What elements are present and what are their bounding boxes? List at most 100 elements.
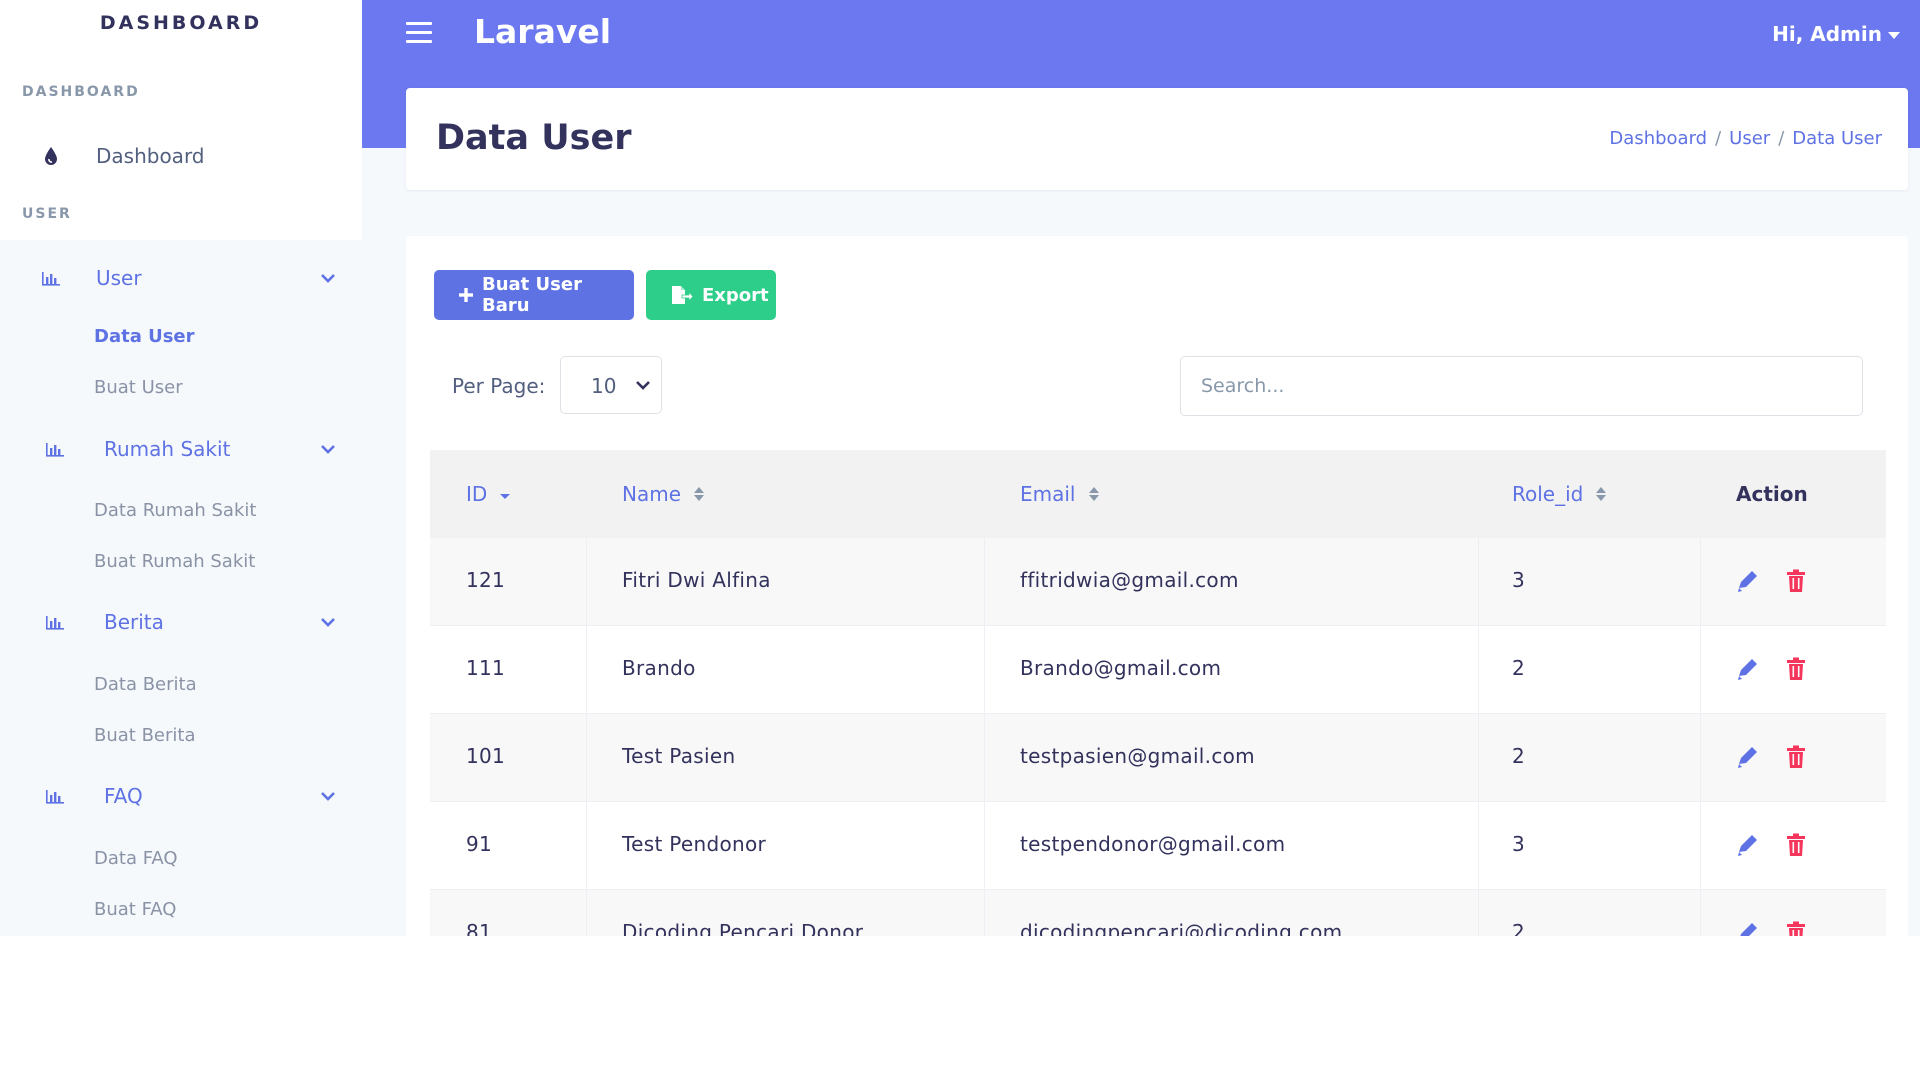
create-user-button[interactable]: Buat User Baru bbox=[434, 270, 634, 320]
bar-chart-icon bbox=[44, 438, 66, 460]
sidebar-menu-berita[interactable]: Berita bbox=[0, 600, 362, 644]
column-header-action: Action bbox=[1736, 482, 1808, 506]
per-page-select[interactable]: 10 bbox=[560, 356, 662, 414]
sidebar-top-panel bbox=[0, 0, 362, 240]
cell-email: dicodingpencari@dicoding.com bbox=[1020, 920, 1343, 936]
cell-name: Brando bbox=[622, 656, 696, 680]
edit-pencil-icon[interactable] bbox=[1736, 744, 1760, 770]
table-row: 81 Dicoding Pencari Donor dicodingpencar… bbox=[430, 890, 1886, 936]
per-page-label: Per Page: bbox=[452, 374, 546, 398]
sort-desc-icon bbox=[500, 494, 511, 499]
hamburger-icon[interactable] bbox=[406, 22, 432, 44]
bar-chart-icon bbox=[40, 267, 62, 289]
column-header-id[interactable]: ID bbox=[466, 482, 511, 506]
data-user-card: Buat User Baru Export Per Page: 10 ID Na… bbox=[406, 236, 1908, 936]
page-header-card: Data User Dashboard / User / Data User bbox=[406, 88, 1908, 190]
cell-email: testpasien@gmail.com bbox=[1020, 744, 1255, 768]
sidebar-item-buat-berita[interactable]: Buat Berita bbox=[94, 725, 195, 746]
cell-name: Fitri Dwi Alfina bbox=[622, 568, 771, 592]
cell-email: Brando@gmail.com bbox=[1020, 656, 1222, 680]
create-user-label: Buat User Baru bbox=[482, 274, 582, 316]
breadcrumb-dashboard[interactable]: Dashboard bbox=[1609, 128, 1707, 149]
cell-name: Test Pendonor bbox=[622, 832, 767, 856]
section-heading-user: USER bbox=[22, 206, 72, 222]
delete-trash-icon[interactable] bbox=[1784, 568, 1808, 594]
edit-pencil-icon[interactable] bbox=[1736, 920, 1760, 936]
sidebar-menu-faq[interactable]: FAQ bbox=[0, 774, 362, 818]
sidebar-item-buat-rumah-sakit[interactable]: Buat Rumah Sakit bbox=[94, 551, 255, 572]
sidebar: DASHBOARD DASHBOARD Dashboard USER User … bbox=[0, 0, 362, 936]
sidebar-item-dashboard[interactable]: Dashboard bbox=[0, 134, 362, 178]
sidebar-item-buat-faq[interactable]: Buat FAQ bbox=[94, 899, 176, 920]
caret-down-icon bbox=[1888, 32, 1900, 39]
breadcrumb: Dashboard / User / Data User bbox=[1609, 128, 1882, 149]
export-label: Export bbox=[702, 284, 769, 306]
table-row: 101 Test Pasien testpasien@gmail.com 2 bbox=[430, 714, 1886, 802]
delete-trash-icon[interactable] bbox=[1784, 656, 1808, 682]
cell-email: ffitridwia@gmail.com bbox=[1020, 568, 1239, 592]
column-header-label: Action bbox=[1736, 482, 1808, 506]
chevron-down-icon bbox=[321, 445, 335, 454]
breadcrumb-user[interactable]: User bbox=[1729, 128, 1770, 149]
sidebar-item-buat-user[interactable]: Buat User bbox=[94, 377, 183, 398]
column-header-name[interactable]: Name bbox=[622, 482, 705, 506]
users-table: ID Name Email Role_id Action 121 Fitri D… bbox=[430, 450, 1886, 936]
column-header-label: Role_id bbox=[1512, 482, 1584, 506]
cell-role-id: 2 bbox=[1512, 920, 1526, 936]
app-title: Laravel bbox=[474, 12, 612, 51]
page-title: Data User bbox=[436, 118, 632, 158]
cell-name: Dicoding Pencari Donor bbox=[622, 920, 864, 936]
sidebar-item-data-rumah-sakit[interactable]: Data Rumah Sakit bbox=[94, 500, 256, 521]
cell-id: 121 bbox=[466, 568, 506, 592]
export-button[interactable]: Export bbox=[646, 270, 776, 320]
cell-role-id: 3 bbox=[1512, 832, 1526, 856]
user-menu-dropdown[interactable]: Hi, Admin bbox=[1772, 22, 1900, 46]
breadcrumb-data-user[interactable]: Data User bbox=[1792, 128, 1882, 149]
column-header-label: ID bbox=[466, 482, 488, 506]
sidebar-menu-label: Berita bbox=[104, 610, 164, 634]
table-row: 91 Test Pendonor testpendonor@gmail.com … bbox=[430, 802, 1886, 890]
edit-pencil-icon[interactable] bbox=[1736, 656, 1760, 682]
breadcrumb-separator: / bbox=[1715, 128, 1722, 149]
sidebar-menu-rumah-sakit[interactable]: Rumah Sakit bbox=[0, 427, 362, 471]
sort-icon bbox=[1596, 487, 1607, 501]
table-row: 111 Brando Brando@gmail.com 2 bbox=[430, 626, 1886, 714]
table-row: 121 Fitri Dwi Alfina ffitridwia@gmail.co… bbox=[430, 538, 1886, 626]
sidebar-item-label: Dashboard bbox=[96, 144, 205, 168]
cell-role-id: 3 bbox=[1512, 568, 1526, 592]
cell-id: 91 bbox=[466, 832, 493, 856]
cell-name: Test Pasien bbox=[622, 744, 736, 768]
sidebar-item-data-user[interactable]: Data User bbox=[94, 326, 195, 347]
edit-pencil-icon[interactable] bbox=[1736, 568, 1760, 594]
delete-trash-icon[interactable] bbox=[1784, 832, 1808, 858]
cell-id: 101 bbox=[466, 744, 506, 768]
search-input[interactable] bbox=[1180, 356, 1863, 416]
table-header: ID Name Email Role_id Action bbox=[430, 450, 1886, 538]
cell-role-id: 2 bbox=[1512, 656, 1526, 680]
file-export-icon bbox=[670, 285, 694, 305]
sidebar-menu-label: FAQ bbox=[104, 784, 143, 808]
sidebar-item-data-faq[interactable]: Data FAQ bbox=[94, 848, 178, 869]
bar-chart-icon bbox=[44, 611, 66, 633]
column-header-label: Name bbox=[622, 482, 682, 506]
column-header-email[interactable]: Email bbox=[1020, 482, 1100, 506]
edit-pencil-icon[interactable] bbox=[1736, 832, 1760, 858]
delete-trash-icon[interactable] bbox=[1784, 744, 1808, 770]
sidebar-menu-label: Rumah Sakit bbox=[104, 437, 231, 461]
droplet-icon bbox=[40, 145, 62, 167]
user-menu-label: Hi, Admin bbox=[1772, 22, 1882, 46]
cell-id: 81 bbox=[466, 920, 493, 936]
column-header-label: Email bbox=[1020, 482, 1076, 506]
sidebar-menu-label: User bbox=[96, 266, 142, 290]
sidebar-menu-user[interactable]: User bbox=[0, 256, 362, 300]
sort-icon bbox=[694, 487, 705, 501]
sidebar-brand: DASHBOARD bbox=[99, 12, 263, 34]
delete-trash-icon[interactable] bbox=[1784, 920, 1808, 936]
plus-icon bbox=[458, 287, 474, 303]
app-window: DASHBOARD DASHBOARD Dashboard USER User … bbox=[0, 0, 1920, 936]
chevron-down-icon bbox=[321, 618, 335, 627]
chevron-down-icon bbox=[321, 792, 335, 801]
per-page-value: 10 bbox=[591, 374, 617, 398]
sidebar-item-data-berita[interactable]: Data Berita bbox=[94, 674, 197, 695]
column-header-role-id[interactable]: Role_id bbox=[1512, 482, 1607, 506]
